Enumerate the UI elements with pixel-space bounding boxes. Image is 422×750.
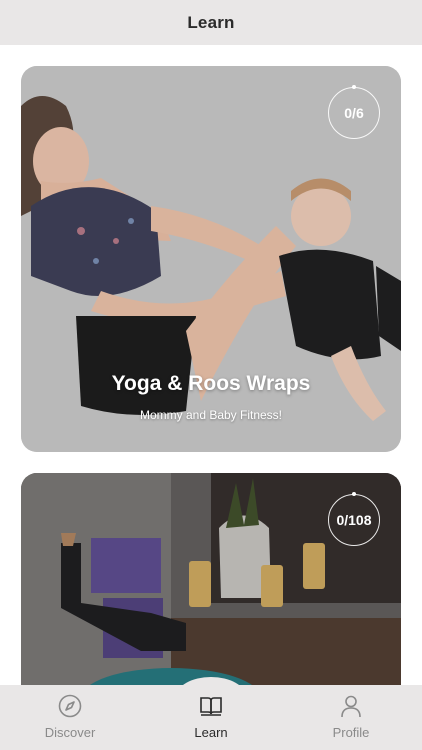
progress-text: 0/108: [336, 512, 372, 528]
course-subtitle: Mommy and Baby Fitness!: [139, 408, 283, 422]
progress-indicator: 0/6: [328, 85, 380, 139]
page-title: Learn: [187, 12, 235, 32]
person-icon: [341, 695, 361, 718]
compass-icon: [58, 694, 82, 718]
tab-profile[interactable]: Profile: [301, 693, 401, 745]
tab-label: Learn: [194, 725, 228, 740]
progress-text: 0/6: [344, 105, 364, 121]
course-card-yoga-roos-wraps[interactable]: 0/6 Yoga & Roos Wraps Mommy and Baby Fit…: [21, 66, 401, 452]
tab-label: Discover: [44, 725, 96, 740]
book-icon: [200, 697, 222, 716]
progress-indicator: 0/108: [328, 492, 380, 546]
tab-discover[interactable]: Discover: [20, 693, 120, 745]
course-title: Yoga & Roos Wraps: [111, 372, 311, 395]
tab-label: Profile: [332, 725, 370, 740]
tab-learn[interactable]: Learn: [161, 693, 261, 745]
top-bar: Learn: [0, 0, 422, 45]
